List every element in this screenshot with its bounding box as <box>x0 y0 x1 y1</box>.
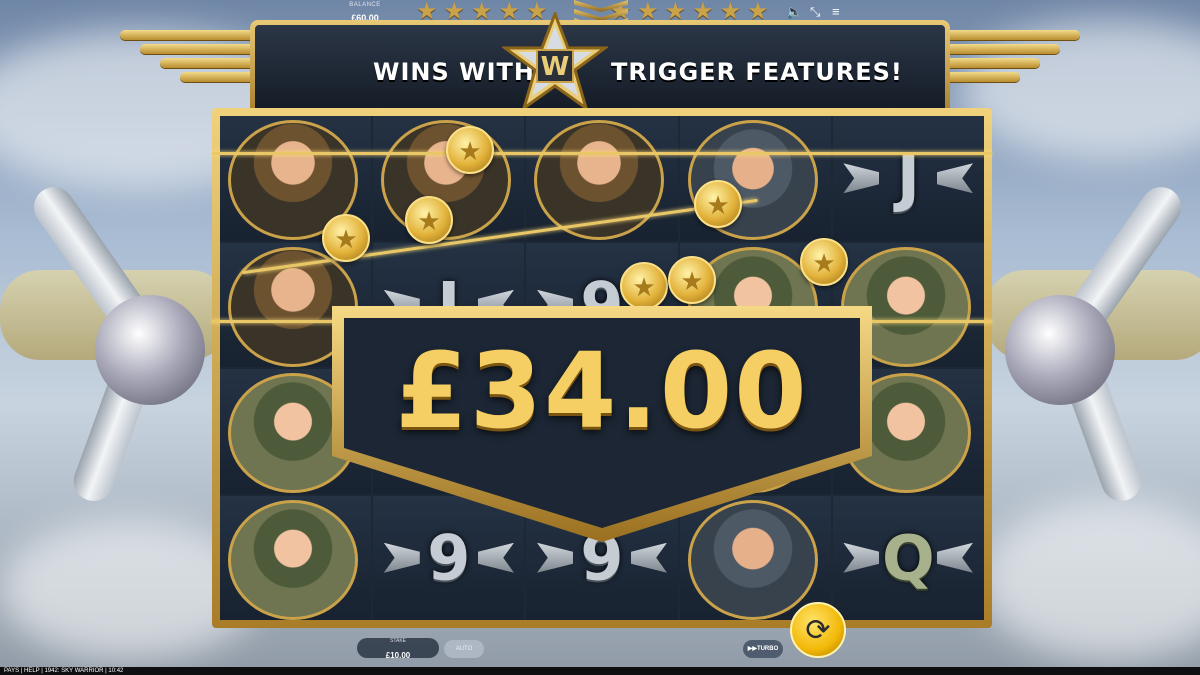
win-line <box>212 152 992 155</box>
win-amount-plaque: £34.00 <box>332 306 872 544</box>
stake-selector[interactable]: STAKE £10.00 <box>357 638 439 660</box>
autoplay-button[interactable]: AUTO <box>444 640 484 658</box>
spin-icon: ⟳ <box>805 614 831 647</box>
reel-cell: J <box>832 116 984 241</box>
turbo-label: TURBO <box>756 646 779 652</box>
fullscreen-icon[interactable]: ⤡ <box>810 4 820 20</box>
fast-forward-icon: ▶▶ <box>747 646 757 652</box>
background-plane-left <box>0 150 230 570</box>
coin-icon <box>405 196 453 244</box>
wild-letter: W <box>541 52 570 82</box>
stake-label: STAKE <box>389 638 407 644</box>
coin-icon <box>800 238 848 286</box>
turbo-button[interactable]: ▶▶TURBO <box>743 640 783 658</box>
footer-bar: PAYS | HELP | 1942: SKY WARRIOR | 10:42 <box>0 667 1200 675</box>
letter-symbol: Q <box>882 521 935 595</box>
menu-icon[interactable]: ≡ <box>832 4 840 19</box>
wild-star-badge: W <box>500 9 610 112</box>
coin-icon <box>694 180 742 228</box>
coin-icon <box>620 262 668 310</box>
banner-wing-right <box>940 30 1080 92</box>
banner-wing-left <box>120 30 260 92</box>
spin-button[interactable]: ⟳ <box>790 602 846 658</box>
coin-icon <box>322 214 370 262</box>
banner-text-right: TRIGGER FEATURES! <box>611 58 903 86</box>
balance-label: BALANCE <box>349 2 381 8</box>
coin-icon <box>446 126 494 174</box>
win-amount: £34.00 <box>395 330 809 452</box>
background-plane-right <box>985 150 1200 570</box>
stake-value: £10.00 <box>385 651 411 660</box>
speaker-icon[interactable]: 🔈 <box>786 4 802 20</box>
coin-icon <box>668 256 716 304</box>
